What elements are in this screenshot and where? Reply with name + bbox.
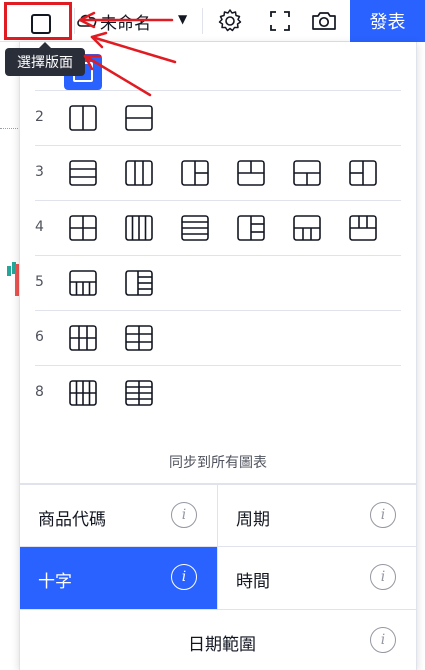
sync-option-time[interactable]: 時間 i <box>218 547 416 609</box>
sync-options: 商品代碼 i 周期 i 十字 i 時間 i 日期範圍 i <box>20 483 416 670</box>
info-icon[interactable]: i <box>171 564 197 590</box>
layout-option-4v-icon[interactable] <box>125 215 153 241</box>
layout-row-8: 8 <box>35 365 401 420</box>
sync-option-date-range[interactable]: 日期範圍 i <box>20 610 416 670</box>
info-icon[interactable]: i <box>370 627 396 653</box>
sync-option-interval[interactable]: 周期 i <box>218 485 416 547</box>
sync-option-label: 日期範圍 <box>188 635 256 655</box>
layout-option-6-grid-2x3-icon[interactable] <box>125 325 153 351</box>
layout-row-count: 2 <box>35 109 44 125</box>
layout-option-6-grid-3x2-icon[interactable] <box>69 325 97 351</box>
layout-option-3-left-2-right-1-icon[interactable] <box>349 160 377 186</box>
publish-button[interactable]: 發表 <box>350 0 425 42</box>
layout-option-2v-icon[interactable] <box>69 105 97 131</box>
layout-option-3-top-2-bottom-1-icon[interactable] <box>237 160 265 186</box>
toolbar-divider <box>74 8 75 34</box>
chevron-down-icon[interactable]: ▼ <box>178 12 187 26</box>
layout-option-3h-icon[interactable] <box>69 160 97 186</box>
fullscreen-icon[interactable] <box>266 7 294 35</box>
sync-option-label: 商品代碼 <box>38 510 106 530</box>
sync-option-symbol[interactable]: 商品代碼 i <box>20 485 217 547</box>
layout-option-4-left-1-right-3-icon[interactable] <box>237 215 265 241</box>
layout-row-count: 3 <box>35 164 44 180</box>
layout-option-3-top-1-bottom-2-icon[interactable] <box>293 160 321 186</box>
layout-dropdown: 2 3 4 5 6 8 同步到所有圖表 商品代碼 i 周期 i 十字 i 時間 i 日期範… <box>19 42 417 670</box>
tooltip: 選擇版面 <box>5 42 85 76</box>
info-icon[interactable]: i <box>171 502 197 528</box>
cloud-icon <box>77 14 97 27</box>
gear-icon[interactable] <box>216 7 244 35</box>
layout-row-5: 5 <box>35 255 401 310</box>
sync-option-label: 時間 <box>236 572 270 592</box>
layout-row-4: 4 <box>35 200 401 255</box>
layout-option-8-grid-2x4-icon[interactable] <box>125 380 153 406</box>
sync-title: 同步到所有圖表 <box>169 455 267 471</box>
info-icon[interactable]: i <box>370 564 396 590</box>
layout-option-5-top-1-bottom-4-icon[interactable] <box>69 270 97 296</box>
select-layout-button[interactable] <box>4 2 72 40</box>
layout-option-3v-icon[interactable] <box>125 160 153 186</box>
layout-row-count: 4 <box>35 219 44 235</box>
layout-option-4-top-1-bottom-3-icon[interactable] <box>293 215 321 241</box>
info-icon[interactable]: i <box>370 502 396 528</box>
layout-option-8-grid-4x2-icon[interactable] <box>69 380 97 406</box>
top-toolbar: 未命名 ▼ 發表 <box>0 0 425 42</box>
toolbar-divider <box>202 8 203 34</box>
layout-row-count: 6 <box>35 329 44 345</box>
sync-option-crosshair[interactable]: 十字 i <box>20 547 217 609</box>
camera-icon[interactable] <box>310 7 338 35</box>
layout-option-3-left-1-right-2-icon[interactable] <box>181 160 209 186</box>
layout-option-4-top-3-bottom-1-icon[interactable] <box>349 215 377 241</box>
candle <box>7 266 11 276</box>
layout-option-4-grid-icon[interactable] <box>69 215 97 241</box>
layout-row-6: 6 <box>35 310 401 365</box>
divider <box>217 485 218 609</box>
sync-option-label: 十字 <box>38 572 72 592</box>
layout-option-5-left-1-right-4-icon[interactable] <box>125 270 153 296</box>
layout-row-count: 8 <box>35 384 44 400</box>
layout-option-4h-icon[interactable] <box>181 215 209 241</box>
square-layout-icon <box>31 14 51 34</box>
layout-row-2: 2 <box>35 90 401 145</box>
layout-name[interactable]: 未命名 <box>100 9 151 34</box>
layout-row-count: 5 <box>35 274 44 290</box>
layout-option-2h-icon[interactable] <box>125 105 153 131</box>
sync-option-label: 周期 <box>236 510 270 530</box>
layout-row-3: 3 <box>35 145 401 200</box>
chart-gridline <box>0 128 20 129</box>
